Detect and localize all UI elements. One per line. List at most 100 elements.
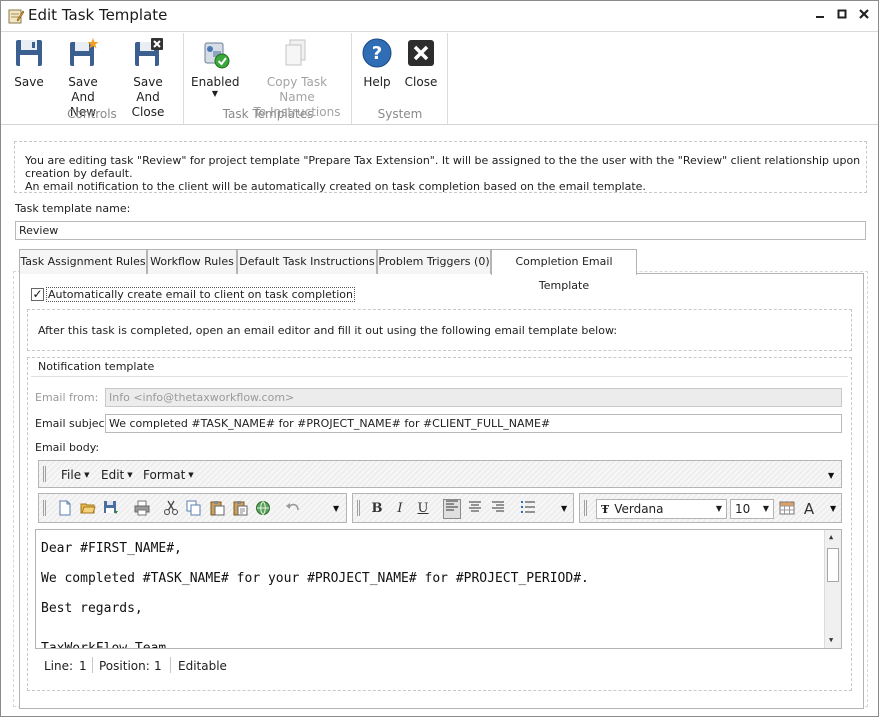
email-body-label: Email body: bbox=[35, 441, 100, 454]
title-bar: Edit Task Template bbox=[1, 1, 878, 32]
auto-create-email-checkbox[interactable]: ✓ bbox=[31, 288, 44, 301]
bold-button[interactable]: B bbox=[368, 501, 386, 517]
email-subject-input[interactable]: We completed #TASK_NAME# for #PROJECT_NA… bbox=[105, 414, 842, 433]
enabled-dropdown-button[interactable]: Enabled ▼ bbox=[191, 37, 240, 98]
paste-icon[interactable] bbox=[209, 500, 225, 516]
tab-completion-email-template[interactable]: Completion Email Template bbox=[491, 249, 637, 292]
section-divider bbox=[31, 376, 848, 377]
scroll-up-icon[interactable]: ▲ bbox=[829, 533, 833, 541]
undo-icon[interactable] bbox=[285, 500, 301, 516]
email-from-input[interactable]: Info <info@thetaxworkflow.com> bbox=[105, 388, 842, 407]
save-button[interactable]: Save bbox=[11, 37, 47, 90]
save-dropdown-icon[interactable] bbox=[103, 500, 119, 516]
menu-edit-label: Edit bbox=[101, 468, 125, 482]
font-size-combo[interactable]: 10 ▼ bbox=[730, 499, 774, 519]
caret-down-icon: ▼ bbox=[84, 471, 90, 479]
ribbon-group-system: ? Help Close System bbox=[353, 33, 448, 125]
svg-text:?: ? bbox=[372, 43, 382, 64]
status-line-value: 1 bbox=[79, 659, 87, 673]
minimize-icon bbox=[816, 16, 824, 18]
menu-format[interactable]: Format ▼ bbox=[143, 468, 194, 482]
status-separator bbox=[170, 657, 171, 673]
bulleted-list-button[interactable] bbox=[519, 501, 537, 517]
ribbon-group-controls: Save Save And New Save And Close Control… bbox=[1, 33, 184, 125]
toolbar-formatting-overflow-icon[interactable]: ▼ bbox=[561, 504, 567, 513]
window-title: Edit Task Template bbox=[28, 6, 168, 24]
paste-special-icon[interactable] bbox=[232, 500, 248, 516]
font-size-value: 10 bbox=[735, 502, 751, 516]
toolbar-grip-handle[interactable] bbox=[584, 500, 587, 516]
align-left-icon bbox=[446, 500, 458, 511]
help-button[interactable]: ? Help bbox=[359, 37, 395, 90]
spell-check-globe-icon[interactable] bbox=[255, 500, 271, 516]
help-label: Help bbox=[363, 75, 391, 89]
status-position-label: Position: bbox=[99, 659, 150, 673]
minimize-button[interactable] bbox=[811, 7, 829, 25]
maximize-button[interactable] bbox=[833, 7, 851, 25]
tab-task-assignment-rules[interactable]: Task Assignment Rules bbox=[19, 249, 147, 274]
print-icon[interactable] bbox=[134, 500, 150, 516]
menu-grip-handle[interactable] bbox=[43, 466, 46, 482]
close-button[interactable]: Close bbox=[403, 37, 439, 90]
cut-icon[interactable] bbox=[163, 500, 179, 516]
tab-default-task-instructions[interactable]: Default Task Instructions bbox=[237, 249, 377, 274]
editor-body-line: Dear #FIRST_NAME#, bbox=[41, 541, 182, 556]
menu-file-label: File bbox=[61, 468, 82, 482]
info-line-2: An email notification to the client will… bbox=[25, 180, 646, 193]
toolbar-grip-handle[interactable] bbox=[43, 500, 46, 516]
align-right-button[interactable] bbox=[489, 501, 507, 517]
chevron-down-icon: ▼ bbox=[715, 504, 722, 513]
email-from-label: Email from: bbox=[35, 391, 99, 404]
floppy-close-icon bbox=[135, 38, 163, 66]
toolbar-font-overflow-icon[interactable]: ▼ bbox=[830, 504, 836, 513]
align-left-button[interactable] bbox=[443, 499, 461, 519]
scroll-down-icon[interactable]: ▼ bbox=[829, 636, 833, 644]
copy-task-name-label-1: Copy Task Name bbox=[266, 75, 328, 104]
window-close-button[interactable] bbox=[855, 7, 873, 25]
editor-toolbar-font: Ŧ Verdana ▼ 10 ▼ A ▼ bbox=[579, 493, 842, 523]
tab-problem-triggers[interactable]: Problem Triggers (0) bbox=[377, 249, 491, 274]
task-info-box: You are editing task "Review" for projec… bbox=[14, 141, 867, 193]
copy-icon[interactable] bbox=[186, 500, 202, 516]
font-name-combo[interactable]: Ŧ Verdana ▼ bbox=[596, 499, 727, 519]
enabled-toggle-icon bbox=[204, 42, 230, 69]
font-color-button[interactable]: A bbox=[800, 501, 818, 517]
task-name-label: Task template name: bbox=[15, 202, 131, 215]
ribbon-group-task-templates: Enabled ▼ Copy Task Name To Instructions… bbox=[185, 33, 352, 125]
edit-task-template-window: Edit Task Template Save Save And New Sav… bbox=[0, 0, 879, 717]
enabled-dropdown-arrow-icon: ▼ bbox=[211, 89, 219, 98]
copy-document-icon bbox=[285, 39, 306, 66]
insert-table-icon[interactable] bbox=[779, 500, 795, 516]
close-label: Close bbox=[404, 75, 438, 89]
menu-edit[interactable]: Edit ▼ bbox=[101, 468, 133, 482]
menu-file[interactable]: File ▼ bbox=[61, 468, 89, 482]
open-folder-icon[interactable] bbox=[80, 500, 96, 516]
bulleted-list-icon bbox=[521, 501, 535, 513]
tab-workflow-rules[interactable]: Workflow Rules bbox=[147, 249, 237, 274]
task-name-input[interactable]: Review bbox=[15, 221, 866, 240]
italic-button[interactable]: I bbox=[391, 501, 409, 517]
caret-down-icon: ▼ bbox=[188, 471, 194, 479]
editor-toolbar-formatting: B I U ▼ bbox=[352, 493, 574, 523]
new-document-icon[interactable] bbox=[57, 500, 73, 516]
menu-overflow-arrow-icon[interactable]: ▼ bbox=[828, 471, 834, 480]
enabled-label: Enabled bbox=[191, 75, 240, 89]
align-center-icon bbox=[469, 501, 481, 512]
toolbar-standard-overflow-icon[interactable]: ▼ bbox=[333, 504, 339, 513]
close-x-icon bbox=[408, 40, 434, 66]
save-label: Save bbox=[14, 75, 44, 89]
menu-format-label: Format bbox=[143, 468, 186, 482]
caret-down-icon: ▼ bbox=[127, 471, 133, 479]
toolbar-grip-handle[interactable] bbox=[357, 500, 360, 516]
font-name-value: Verdana bbox=[614, 502, 664, 516]
email-body-editor[interactable]: Dear #FIRST_NAME#, We completed #TASK_NA… bbox=[35, 529, 842, 649]
auto-create-email-label[interactable]: Automatically create email to client on … bbox=[46, 287, 355, 302]
editor-menu-bar: File ▼ Edit ▼ Format ▼ ▼ bbox=[38, 460, 842, 488]
ribbon-group-label-controls: Controls bbox=[67, 107, 117, 121]
align-center-button[interactable] bbox=[466, 501, 484, 517]
scrollbar-thumb[interactable] bbox=[827, 548, 839, 582]
editor-vertical-scrollbar[interactable]: ▲ ▼ bbox=[824, 530, 841, 648]
truetype-font-icon: Ŧ bbox=[601, 503, 610, 516]
underline-button[interactable]: U bbox=[414, 501, 432, 517]
ribbon-group-label-system: System bbox=[377, 107, 423, 121]
